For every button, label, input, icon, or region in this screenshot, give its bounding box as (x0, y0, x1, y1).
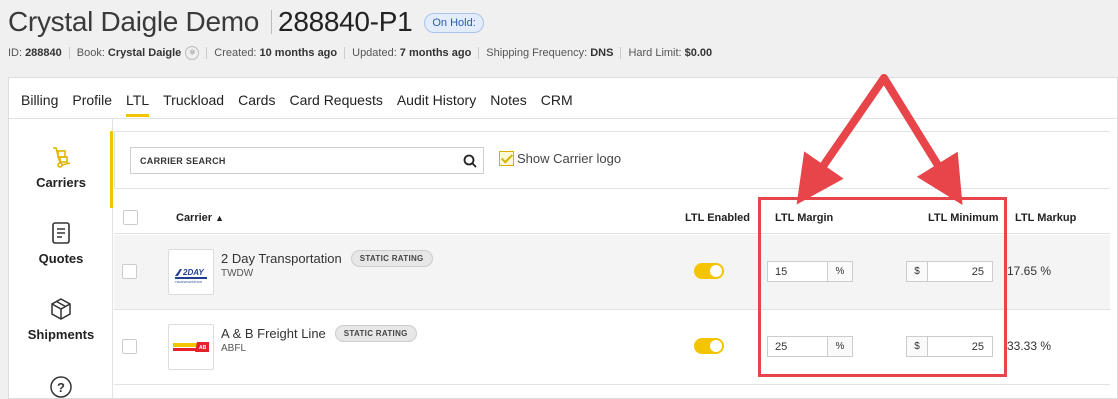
annotation-arrow-left (796, 74, 888, 205)
annotation-arrows (796, 74, 963, 206)
annotation-arrow-right (880, 74, 963, 206)
